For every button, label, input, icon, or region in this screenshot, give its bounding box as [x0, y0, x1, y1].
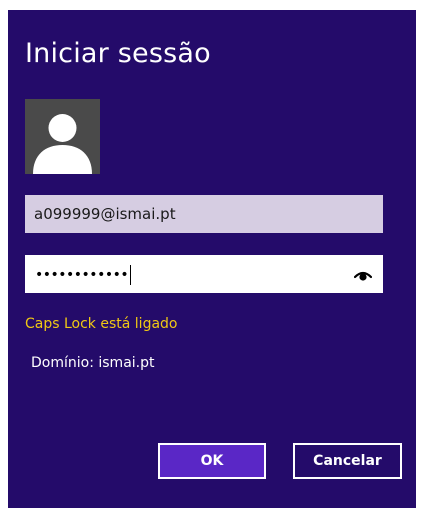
username-field[interactable]: a099999@ismai.pt: [25, 195, 383, 233]
password-masked-value: ••••••••••••: [35, 256, 132, 294]
user-avatar-icon: [25, 99, 100, 174]
cancel-button[interactable]: Cancelar: [293, 443, 402, 479]
dialog-title: Iniciar sessão: [25, 38, 211, 69]
ok-button[interactable]: OK: [158, 443, 266, 479]
caps-lock-warning: Caps Lock está ligado: [25, 316, 178, 332]
sign-in-dialog: Iniciar sessão a099999@ismai.pt ••••••••…: [8, 10, 416, 508]
text-caret: [130, 265, 132, 285]
eye-reveal-icon[interactable]: [353, 267, 373, 281]
password-field[interactable]: ••••••••••••: [25, 255, 383, 293]
domain-label: Domínio: ismai.pt: [31, 355, 155, 371]
